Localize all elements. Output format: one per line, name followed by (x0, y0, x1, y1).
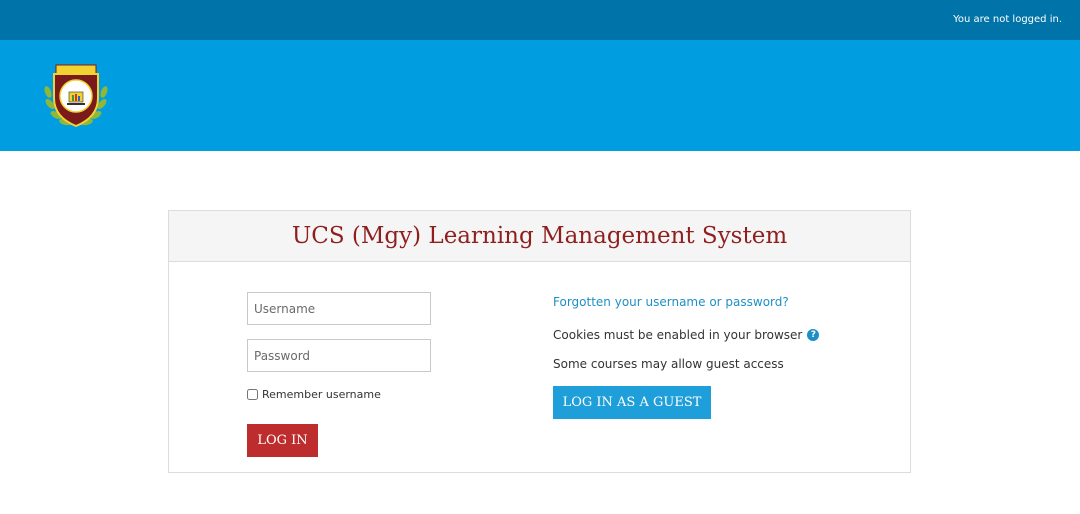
login-status-text: You are not logged in. (953, 14, 1062, 25)
remember-username[interactable]: Remember username (247, 388, 381, 401)
login-panel: UCS (Mgy) Learning Management System Rem… (168, 210, 911, 473)
top-navbar: You are not logged in. (0, 0, 1080, 40)
password-input[interactable] (247, 339, 431, 372)
cookies-notice: Cookies must be enabled in your browser … (553, 328, 820, 342)
page-header (0, 40, 1080, 151)
guest-access-text: Some courses may allow guest access (553, 357, 784, 371)
question-circle-icon[interactable]: ? (807, 329, 820, 341)
login-button[interactable]: LOG IN (247, 424, 318, 457)
cookies-text: Cookies must be enabled in your browser (553, 328, 803, 342)
page-title: UCS (Mgy) Learning Management System (291, 223, 788, 249)
remember-username-checkbox[interactable] (247, 389, 258, 400)
institution-crest-logo[interactable] (42, 62, 110, 130)
username-input[interactable] (247, 292, 431, 325)
forgot-password-link[interactable]: Forgotten your username or password? (553, 295, 789, 309)
login-panel-header: UCS (Mgy) Learning Management System (169, 211, 910, 262)
remember-username-label: Remember username (262, 388, 381, 401)
guest-login-button[interactable]: LOG IN AS A GUEST (553, 386, 711, 419)
